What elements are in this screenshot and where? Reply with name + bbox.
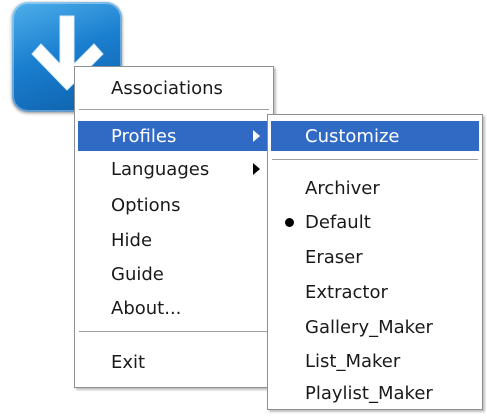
menu-item-exit[interactable]: Exit [78, 347, 270, 377]
submenu-item-default[interactable]: Default [271, 207, 479, 237]
menu-item-label: Gallery_Maker [305, 316, 433, 338]
menu-item-hide[interactable]: Hide [78, 225, 270, 255]
menu-item-label: About... [111, 297, 182, 319]
menu-separator [79, 109, 269, 111]
menu-item-about[interactable]: About... [78, 293, 270, 323]
submenu-arrow-icon [253, 130, 260, 142]
menu-item-label: Associations [111, 77, 223, 99]
menu-item-label: Languages [111, 158, 210, 180]
menu-item-options[interactable]: Options [78, 190, 270, 220]
menu-item-label: Options [111, 194, 181, 216]
menu-item-label: Eraser [305, 246, 363, 268]
menu-item-label: Hide [111, 229, 153, 251]
submenu-item-list-maker[interactable]: List_Maker [271, 346, 479, 376]
menu-item-label: Extractor [305, 281, 388, 303]
menu-item-profiles[interactable]: Profiles [78, 121, 270, 151]
menu-separator [79, 331, 269, 333]
submenu-arrow-icon [253, 163, 260, 175]
submenu-item-customize[interactable]: Customize [271, 121, 479, 151]
menu-item-label: Archiver [305, 177, 380, 199]
desktop-area: Associations Profiles Languages Options … [0, 0, 487, 418]
submenu-item-playlist-maker[interactable]: Playlist_Maker [271, 378, 479, 408]
menu-item-label: List_Maker [305, 350, 401, 372]
menu-separator [272, 159, 478, 161]
submenu-item-eraser[interactable]: Eraser [271, 242, 479, 272]
menu-item-label: Customize [305, 125, 400, 147]
context-menu: Associations Profiles Languages Options … [74, 66, 274, 388]
menu-item-languages[interactable]: Languages [78, 154, 270, 184]
profiles-submenu: Customize Archiver Default Eraser Extrac… [267, 114, 483, 410]
submenu-item-gallery-maker[interactable]: Gallery_Maker [271, 312, 479, 342]
menu-item-label: Exit [111, 351, 146, 373]
menu-item-label: Playlist_Maker [305, 382, 433, 404]
menu-item-label: Guide [111, 263, 164, 285]
menu-item-label: Default [305, 211, 371, 233]
menu-item-guide[interactable]: Guide [78, 259, 270, 289]
menu-item-associations[interactable]: Associations [78, 73, 270, 103]
submenu-item-extractor[interactable]: Extractor [271, 277, 479, 307]
checked-bullet-icon [285, 218, 294, 227]
menu-item-label: Profiles [111, 125, 177, 147]
submenu-item-archiver[interactable]: Archiver [271, 173, 479, 203]
